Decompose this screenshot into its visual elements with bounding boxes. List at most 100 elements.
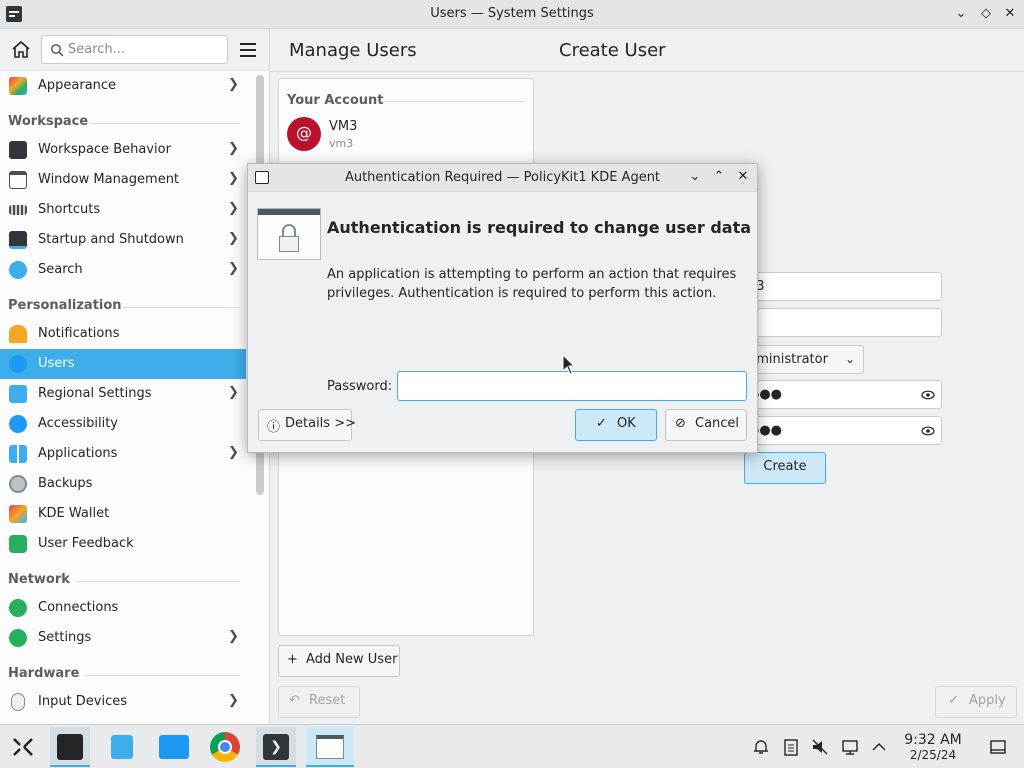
sidebar-item-regional-settings[interactable]: Regional Settings ❯ xyxy=(0,379,246,409)
username-field[interactable]: 23 xyxy=(741,272,942,301)
lock-screen-icon xyxy=(257,208,321,260)
avatar[interactable] xyxy=(287,117,321,151)
sidebar-header xyxy=(0,29,269,71)
sidebar-item-applications[interactable]: Applications ❯ xyxy=(0,439,246,469)
password-label: Password: xyxy=(327,379,393,394)
sidebar-item-notifications[interactable]: Notifications xyxy=(0,319,246,349)
application-launcher[interactable] xyxy=(2,727,42,767)
mouse-icon xyxy=(11,693,25,711)
accessibility-icon xyxy=(9,415,27,433)
taskbar-file-manager[interactable] xyxy=(154,727,194,767)
sidebar-item-backups[interactable]: Backups xyxy=(0,469,246,499)
sidebar-item-network-settings[interactable]: Settings ❯ xyxy=(0,623,246,653)
sidebar-item-input-devices[interactable]: Input Devices ❯ xyxy=(0,687,246,717)
apply-label: Apply xyxy=(969,693,1006,708)
sidebar-item-workspace-behavior[interactable]: Workspace Behavior ❯ xyxy=(0,135,246,165)
volume-muted-icon[interactable] xyxy=(810,737,830,757)
search-icon xyxy=(51,44,64,57)
sidebar-item-label: Search xyxy=(38,262,83,277)
show-desktop-icon[interactable] xyxy=(988,737,1008,757)
add-new-user-button[interactable]: + Add New User xyxy=(278,645,400,677)
chevron-right-icon: ❯ xyxy=(228,231,239,246)
authentication-dialog: Authentication Required — PolicyKit1 KDE… xyxy=(247,163,758,453)
category-divider xyxy=(122,307,240,308)
category-divider xyxy=(84,675,240,676)
system-settings-icon xyxy=(57,734,83,760)
bell-icon xyxy=(9,325,27,343)
ok-button[interactable]: ✓ OK xyxy=(575,409,657,441)
sidebar-item-search[interactable]: Search ❯ xyxy=(0,255,246,285)
chevron-right-icon: ❯ xyxy=(228,261,239,276)
sidebar-item-window-management[interactable]: Window Management ❯ xyxy=(0,165,246,195)
sidebar-item-label: Applications xyxy=(38,446,118,461)
sidebar: Appearance ❯ Workspace Workspace Behavio… xyxy=(0,29,270,724)
sidebar-item-connections[interactable]: Connections xyxy=(0,593,246,623)
show-password-eye-icon[interactable] xyxy=(921,388,935,402)
taskbar-chrome[interactable] xyxy=(205,727,245,767)
chevron-up-icon[interactable] xyxy=(869,737,889,757)
clock-date[interactable]: 2/25/24 xyxy=(898,748,968,762)
chevron-right-icon: ❯ xyxy=(228,201,239,216)
dialog-message: An application is attempting to perform … xyxy=(327,267,737,301)
chevron-right-icon: ❯ xyxy=(228,693,239,708)
network-icon[interactable] xyxy=(840,737,860,757)
reset-button[interactable]: ↶ Reset xyxy=(278,686,360,718)
sidebar-item-user-feedback[interactable]: User Feedback xyxy=(0,529,246,559)
name-field[interactable] xyxy=(741,308,942,337)
dialog-close-button[interactable]: ✕ xyxy=(734,168,752,186)
hamburger-menu-button[interactable] xyxy=(238,40,258,60)
sidebar-item-accessibility[interactable]: Accessibility xyxy=(0,409,246,439)
sidebar-item-label: Notifications xyxy=(38,326,120,341)
dialog-heading: Authentication is required to change use… xyxy=(327,218,752,237)
maximize-button[interactable]: ◇ xyxy=(976,4,996,24)
notifications-tray-icon[interactable] xyxy=(751,737,771,757)
sidebar-item-label: Users xyxy=(38,356,75,371)
cancel-icon: ⊘ xyxy=(675,416,686,431)
details-button[interactable]: ⓘ Details >> xyxy=(258,409,356,441)
clipboard-icon[interactable] xyxy=(781,737,801,757)
taskbar-terminal[interactable]: ❯ xyxy=(256,727,296,767)
account-type-value: dministrator xyxy=(748,352,828,367)
category-personalization: Personalization xyxy=(8,298,122,313)
reset-icon: ↶ xyxy=(289,693,300,708)
clock-time[interactable]: 9:32 AM xyxy=(898,732,968,748)
apply-button[interactable]: ✓ Apply xyxy=(935,686,1017,718)
applications-icon xyxy=(9,445,27,463)
dialog-titlebar: Authentication Required — PolicyKit1 KDE… xyxy=(248,164,757,192)
chevron-right-icon: ❯ xyxy=(228,141,239,156)
sidebar-item-kde-wallet[interactable]: KDE Wallet xyxy=(0,499,246,529)
dialog-minimize-button[interactable]: ⌄ xyxy=(686,168,704,186)
users-icon xyxy=(9,355,27,373)
show-password-eye-icon[interactable] xyxy=(921,424,935,438)
startup-shutdown-icon xyxy=(9,231,27,249)
cancel-button[interactable]: ⊘ Cancel xyxy=(665,409,747,441)
folder-icon xyxy=(159,735,189,759)
search-input[interactable] xyxy=(68,42,218,57)
category-divider xyxy=(90,123,240,124)
confirm-password-field[interactable]: ●●● xyxy=(741,416,942,445)
search-field[interactable] xyxy=(41,35,228,64)
account-type-select[interactable]: dministrator ⌄ xyxy=(741,345,864,374)
kde-launcher-icon xyxy=(13,738,33,756)
ok-label: OK xyxy=(617,416,636,431)
close-window-button[interactable]: ✕ xyxy=(1000,4,1020,24)
home-button[interactable] xyxy=(8,37,34,63)
taskbar-discover[interactable] xyxy=(102,727,142,767)
sidebar-item-startup-shutdown[interactable]: Startup and Shutdown ❯ xyxy=(0,225,246,255)
sidebar-item-label: Settings xyxy=(38,630,92,645)
sidebar-item-label: Window Management xyxy=(38,172,180,187)
sidebar-item-users[interactable]: Users xyxy=(0,349,246,379)
taskbar-auth-dialog[interactable] xyxy=(306,727,354,767)
lock-window-icon xyxy=(316,735,344,759)
dialog-maximize-button[interactable]: ⌃ xyxy=(710,168,728,186)
chevron-right-icon: ❯ xyxy=(228,77,239,92)
category-workspace: Workspace xyxy=(8,114,89,129)
sidebar-item-appearance[interactable]: Appearance ❯ xyxy=(0,71,246,101)
sidebar-item-shortcuts[interactable]: Shortcuts ❯ xyxy=(0,195,246,225)
minimize-button[interactable]: ⌄ xyxy=(951,4,971,24)
taskbar-system-settings[interactable] xyxy=(50,727,90,767)
cancel-label: Cancel xyxy=(695,416,740,431)
account-login: vm3 xyxy=(329,137,354,150)
password-field[interactable]: ●●● xyxy=(741,380,942,409)
create-button[interactable]: Create xyxy=(744,452,826,484)
